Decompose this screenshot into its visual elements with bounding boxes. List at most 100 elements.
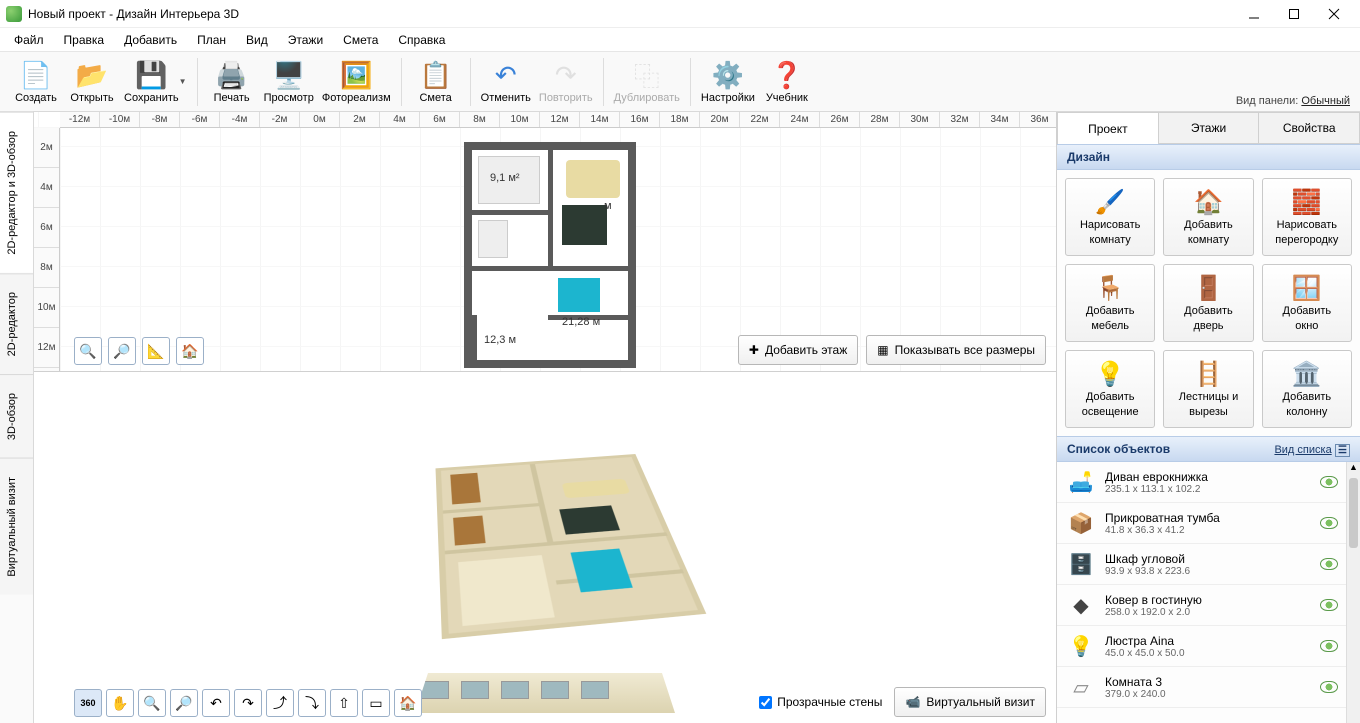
virtual-visit-button[interactable]: 📹Виртуальный визит xyxy=(894,687,1046,717)
scrollbar[interactable]: ▲ xyxy=(1346,462,1360,723)
rtab-Свойства[interactable]: Свойства xyxy=(1259,112,1360,144)
visibility-icon[interactable] xyxy=(1320,640,1338,652)
design-btn-6[interactable]: 💡Добавитьосвещение xyxy=(1065,350,1155,428)
objects-section-header: Список объектов Вид списка ☰ xyxy=(1057,436,1360,462)
create-button[interactable]: 📄Создать xyxy=(8,57,64,106)
zoom-in-3d-button[interactable]: 🔎 xyxy=(170,689,198,717)
right-tabs: ПроектЭтажиСвойства xyxy=(1057,112,1360,144)
object-item-3[interactable]: ◆Ковер в гостиную258.0 x 192.0 x 2.0 xyxy=(1057,585,1346,626)
scrollbar-thumb[interactable] xyxy=(1349,478,1358,548)
vtab-0[interactable]: 2D-редактор и 3D-обзор xyxy=(0,112,33,273)
object-item-5[interactable]: ▱Комната 3379.0 x 240.0 xyxy=(1057,667,1346,708)
menu-Файл[interactable]: Файл xyxy=(4,30,54,50)
minimize-button[interactable] xyxy=(1234,0,1274,28)
object-icon: 🛋️ xyxy=(1065,468,1097,496)
visibility-icon[interactable] xyxy=(1320,681,1338,693)
menu-Смета[interactable]: Смета xyxy=(333,30,388,50)
view3d-toolbar: 360 ✋ 🔍 🔎 ↶ ↷ ⤴ ⤵ ⇧ ▭ 🏠 xyxy=(74,689,422,717)
zoom-out-3d-button[interactable]: 🔍 xyxy=(138,689,166,717)
camera-icon: 📹 xyxy=(905,695,920,709)
save-button[interactable]: 💾Сохранить xyxy=(120,57,183,106)
visibility-icon[interactable] xyxy=(1320,517,1338,529)
duplicate-icon: ⿻ xyxy=(631,59,663,91)
design-icon-5: 🪟 xyxy=(1290,273,1324,303)
object-item-2[interactable]: 🗄️Шкаф угловой93.9 x 93.8 x 223.6 xyxy=(1057,544,1346,585)
plan-label-a: 9,1 м² xyxy=(490,172,520,184)
tutorial-button[interactable]: ❓Учебник xyxy=(759,57,815,106)
floorplan[interactable]: 9,1 м² м 12,3 м 21,28 м xyxy=(464,142,636,368)
undo-button[interactable]: ↶Отменить xyxy=(477,57,535,106)
visibility-icon[interactable] xyxy=(1320,558,1338,570)
list-view-icon[interactable]: ☰ xyxy=(1335,444,1350,457)
open-button[interactable]: 📂Открыть xyxy=(64,57,120,106)
object-item-0[interactable]: 🛋️Диван еврокнижка235.1 x 113.1 x 102.2 xyxy=(1057,462,1346,503)
ruler-vertical: 2м4м6м8м10м12м xyxy=(34,128,60,371)
print-button[interactable]: 🖨️Печать xyxy=(204,57,260,106)
design-btn-8[interactable]: 🏛️Добавитьколонну xyxy=(1262,350,1352,428)
object-icon: 📦 xyxy=(1065,509,1097,537)
object-item-4[interactable]: 💡Люстра Aina45.0 x 45.0 x 50.0 xyxy=(1057,626,1346,667)
add-floor-button[interactable]: ✚Добавить этаж xyxy=(738,335,858,365)
zoom-out-button[interactable]: 🔍 xyxy=(74,337,102,365)
visibility-icon[interactable] xyxy=(1320,476,1338,488)
orbit-360-button[interactable]: 360 xyxy=(74,689,102,717)
isometric-model xyxy=(414,392,694,652)
plan-label-c: 21,28 м xyxy=(562,316,600,328)
rtab-Этажи[interactable]: Этажи xyxy=(1159,112,1260,144)
tilt-down-button[interactable]: ⤵ xyxy=(298,689,326,717)
objects-list[interactable]: 🛋️Диван еврокнижка235.1 x 113.1 x 102.2📦… xyxy=(1057,462,1346,723)
design-btn-0[interactable]: 🖌️Нарисоватькомнату xyxy=(1065,178,1155,256)
scroll-up-arrow[interactable]: ▲ xyxy=(1347,462,1360,476)
menu-Добавить[interactable]: Добавить xyxy=(114,30,187,50)
home-button[interactable]: 🏠 xyxy=(176,337,204,365)
menubar: ФайлПравкаДобавитьПланВидЭтажиСметаСправ… xyxy=(0,28,1360,52)
measure-button[interactable]: 📐 xyxy=(142,337,170,365)
design-btn-1[interactable]: 🏠Добавитькомнату xyxy=(1163,178,1253,256)
rtab-Проект[interactable]: Проект xyxy=(1057,112,1159,144)
redo-button[interactable]: ↷Повторить xyxy=(535,57,597,106)
view-3d[interactable]: 360 ✋ 🔍 🔎 ↶ ↷ ⤴ ⤵ ⇧ ▭ 🏠 Прозрачные стены… xyxy=(34,372,1056,723)
hide-roof-button[interactable]: ▭ xyxy=(362,689,390,717)
pan-button[interactable]: ✋ xyxy=(106,689,134,717)
design-btn-3[interactable]: 🪑Добавитьмебель xyxy=(1065,264,1155,342)
preview-button[interactable]: 🖥️Просмотр xyxy=(260,57,318,106)
design-btn-5[interactable]: 🪟Добавитьокно xyxy=(1262,264,1352,342)
design-btn-2[interactable]: 🧱Нарисоватьперегородку xyxy=(1262,178,1352,256)
show-dims-button[interactable]: ▦Показывать все размеры xyxy=(866,335,1046,365)
view-2d[interactable]: -12м-10м-8м-6м-4м-2м0м2м4м6м8м10м12м14м1… xyxy=(34,112,1056,372)
vtab-3[interactable]: Виртуальный визит xyxy=(0,458,33,595)
menu-Этажи[interactable]: Этажи xyxy=(278,30,333,50)
vtab-1[interactable]: 2D-редактор xyxy=(0,273,33,374)
maximize-button[interactable] xyxy=(1274,0,1314,28)
design-icon-2: 🧱 xyxy=(1290,187,1324,217)
tilt-up-button[interactable]: ⤴ xyxy=(266,689,294,717)
plan-label-b: 12,3 м xyxy=(484,334,516,346)
rotate-right-button[interactable]: ↷ xyxy=(234,689,262,717)
close-button[interactable] xyxy=(1314,0,1354,28)
preview-icon: 🖥️ xyxy=(273,59,305,91)
duplicate-button[interactable]: ⿻Дублировать xyxy=(610,57,684,106)
design-btn-4[interactable]: 🚪Добавитьдверь xyxy=(1163,264,1253,342)
visibility-icon[interactable] xyxy=(1320,599,1338,611)
vtab-2[interactable]: 3D-обзор xyxy=(0,374,33,458)
menu-Правка[interactable]: Правка xyxy=(54,30,115,50)
transparent-walls-checkbox[interactable]: Прозрачные стены xyxy=(759,695,882,709)
panel-view-value[interactable]: Обычный xyxy=(1301,95,1350,107)
panel-view-label: Вид панели: Обычный xyxy=(1236,95,1350,107)
menu-План[interactable]: План xyxy=(187,30,236,50)
object-item-1[interactable]: 📦Прикроватная тумба41.8 x 36.3 x 41.2 xyxy=(1057,503,1346,544)
settings-button[interactable]: ⚙️Настройки xyxy=(697,57,759,106)
home-3d-button[interactable]: 🏠 xyxy=(394,689,422,717)
design-icon-8: 🏛️ xyxy=(1290,359,1324,389)
rotate-left-button[interactable]: ↶ xyxy=(202,689,230,717)
photoreal-button[interactable]: 🖼️Фотореализм xyxy=(318,57,395,106)
list-view-link[interactable]: Вид списка xyxy=(1274,444,1331,456)
save-dropdown[interactable]: ▼ xyxy=(179,77,187,86)
menu-Справка[interactable]: Справка xyxy=(388,30,455,50)
menu-Вид[interactable]: Вид xyxy=(236,30,278,50)
open-icon: 📂 xyxy=(76,59,108,91)
zoom-in-button[interactable]: 🔎 xyxy=(108,337,136,365)
reset-view-button[interactable]: ⇧ xyxy=(330,689,358,717)
design-btn-7[interactable]: 🪜Лестницы ивырезы xyxy=(1163,350,1253,428)
estimate-button[interactable]: 📋Смета xyxy=(408,57,464,106)
